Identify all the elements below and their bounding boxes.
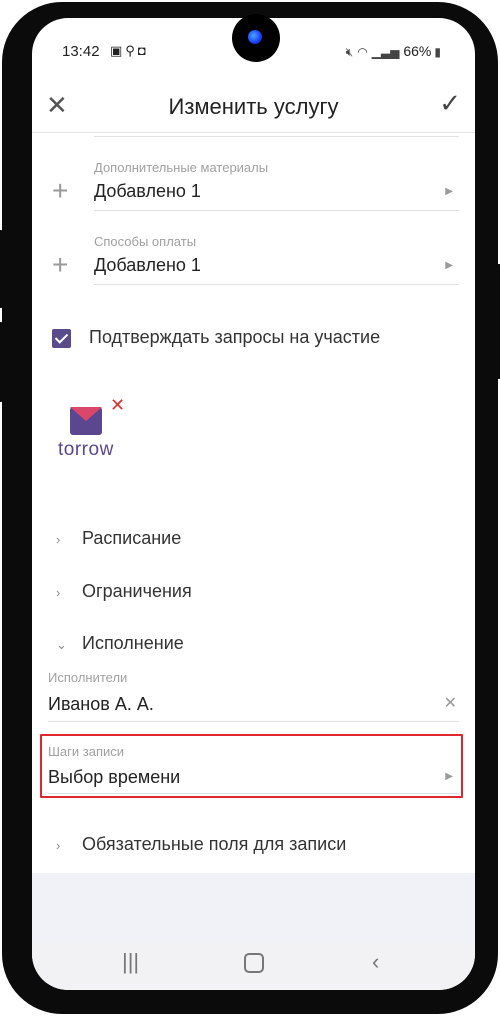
torrow-logo-icon — [70, 407, 102, 435]
volume-button — [0, 230, 4, 308]
search-icon: ⚲ — [125, 43, 138, 58]
booking-steps-label: Шаги записи — [48, 744, 125, 759]
chevron-right-icon[interactable]: ▶ — [445, 260, 453, 271]
bottom-area — [32, 873, 475, 943]
field-payment-methods[interactable]: + Способы оплаты Добавлено 1 ▶ — [32, 227, 475, 287]
remove-logo-icon[interactable]: ✕ — [110, 395, 125, 416]
chevron-right-icon: › — [56, 838, 61, 853]
executors-label: Исполнители — [48, 670, 128, 685]
app-header: ✕ Изменить услугу ✓ — [32, 82, 475, 133]
plus-icon[interactable]: + — [52, 175, 68, 207]
section-label: Исполнение — [82, 633, 184, 653]
confirm-requests-label[interactable]: Подтверждать запросы на участие — [89, 327, 380, 348]
status-time: 13:42 — [62, 43, 100, 60]
divider — [94, 210, 459, 211]
clear-icon[interactable]: ✕ — [444, 693, 457, 713]
power-button — [496, 264, 500, 379]
divider — [94, 284, 459, 285]
side-button-left — [0, 322, 4, 402]
battery-percent: 66% — [403, 43, 432, 59]
section-required-fields[interactable]: › Обязательные поля для записи — [56, 834, 346, 855]
screen: 13:42 ▣⚲◘ 🔇︎ ◠ ▁▃▅ 66% ▮ ✕ Изменить услугу ✓… — [32, 18, 475, 990]
phone-frame: 13:42 ▣⚲◘ 🔇︎ ◠ ▁▃▅ 66% ▮ ✕ Изменить услугу ✓… — [0, 2, 500, 1014]
booking-steps-value[interactable]: Выбор времени — [48, 767, 180, 788]
field-label: Дополнительные материалы — [94, 160, 269, 175]
executors-value[interactable]: Иванов А. А. — [48, 694, 154, 715]
battery-icon: ▮ — [434, 45, 441, 59]
section-restrictions[interactable]: › Ограничения — [56, 581, 192, 602]
chevron-right-icon[interactable]: ▶ — [445, 186, 453, 197]
form-content: + Дополнительные материалы Добавлено 1 ▶… — [32, 133, 475, 873]
section-execution[interactable]: ⌄ Исполнение — [56, 633, 184, 654]
divider — [48, 793, 459, 794]
status-left-icons: ▣⚲◘ — [110, 43, 149, 59]
field-value: Добавлено 1 — [94, 181, 201, 201]
section-label: Расписание — [82, 528, 182, 548]
field-additional-materials[interactable]: + Дополнительные материалы Добавлено 1 ▶ — [32, 153, 475, 213]
page-title: Изменить услугу — [168, 94, 339, 119]
logo-text: torrow — [58, 439, 114, 460]
home-icon[interactable] — [244, 953, 264, 973]
section-label: Обязательные поля для записи — [82, 834, 347, 854]
service-logo: torrow ✕ — [54, 395, 134, 465]
signal-icon: ▁▃▅ — [371, 45, 400, 59]
chevron-right-icon: › — [56, 532, 61, 547]
plus-icon[interactable]: + — [52, 249, 68, 281]
field-label: Способы оплаты — [94, 234, 197, 249]
chevron-right-icon: › — [56, 585, 61, 600]
front-camera — [232, 14, 280, 62]
save-check-icon[interactable]: ✓ — [439, 88, 461, 119]
status-right: 🔇︎ ◠ ▁▃▅ 66% ▮ — [346, 43, 445, 60]
camera-icon: ◘ — [137, 43, 149, 58]
chevron-down-icon: ⌄ — [56, 637, 67, 652]
mute-icon: 🔇︎ — [345, 45, 354, 59]
field-value: Добавлено 1 — [94, 255, 201, 275]
back-icon[interactable]: ‹ — [372, 949, 379, 975]
image-icon: ▣ — [110, 43, 126, 58]
system-navbar: ||| ‹ — [32, 943, 475, 990]
chevron-right-icon[interactable]: ▶ — [445, 771, 453, 782]
section-label: Ограничения — [82, 581, 192, 601]
wifi-icon: ◠ — [357, 45, 368, 59]
confirm-requests-checkbox[interactable] — [52, 329, 71, 348]
divider — [48, 721, 459, 722]
recent-apps-icon[interactable]: ||| — [122, 949, 139, 975]
section-schedule[interactable]: › Расписание — [56, 528, 181, 549]
divider — [94, 136, 459, 137]
